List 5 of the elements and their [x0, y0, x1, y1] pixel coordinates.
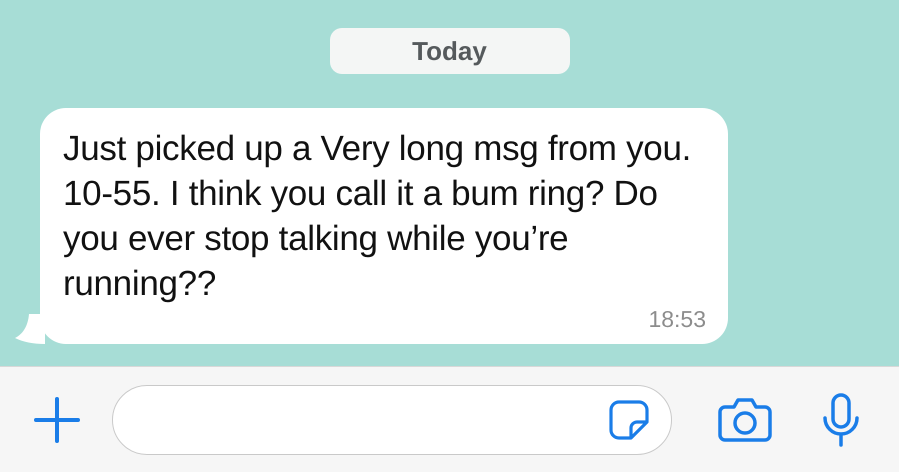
date-divider: Today — [330, 28, 570, 74]
add-button[interactable] — [32, 394, 82, 444]
message-time: 18:53 — [647, 306, 706, 332]
message-text: Just picked up a Very long msg from you. 10-55. I think you call it a bum ring? Do you ever stop talking while you’re running?? — [63, 128, 692, 305]
sticker-icon[interactable] — [607, 398, 651, 442]
